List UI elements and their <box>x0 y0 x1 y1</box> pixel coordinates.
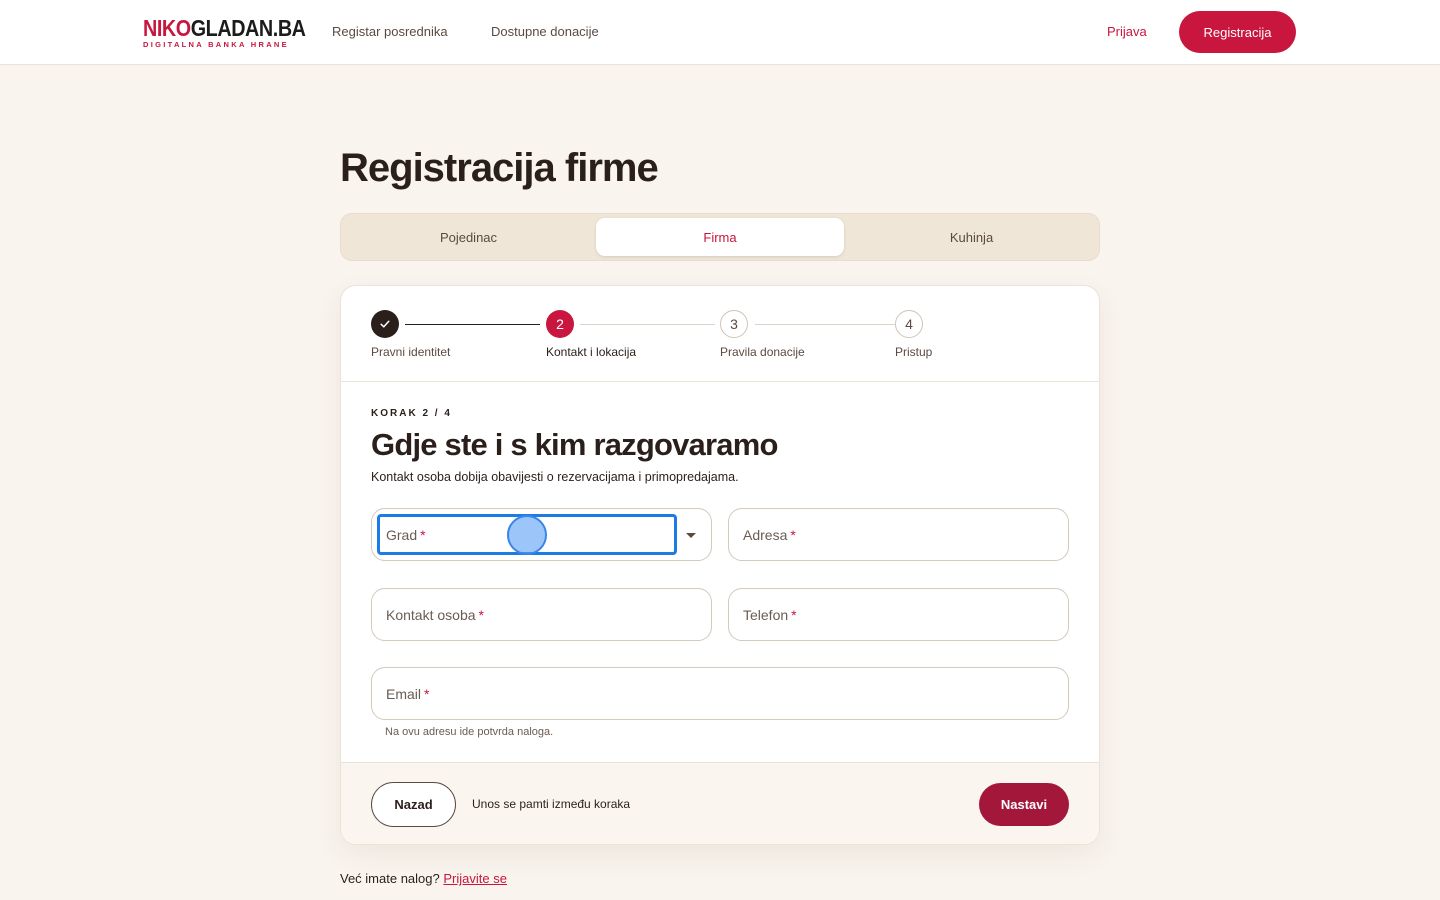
logo-wordmark: NIKOGLADAN.BA <box>143 16 306 40</box>
step-connector-2 <box>580 324 715 325</box>
logo-tagline: DIGITALNA BANKA HRANE <box>143 40 289 49</box>
top-navigation-bar: NIKOGLADAN.BA DIGITALNA BANKA HRANE Regi… <box>0 0 1440 65</box>
check-icon <box>380 320 390 328</box>
step-connector-3 <box>755 324 895 325</box>
section-title: Gdje ste i s kim razgovaramo <box>371 427 778 462</box>
step-3-label: Pravila donacije <box>720 345 805 359</box>
email-label: Email * <box>386 685 429 703</box>
required-mark: * <box>420 527 426 543</box>
step-1-label: Pravni identitet <box>371 345 451 359</box>
progress-stepper: 2 3 4 Pravni identitet Kontakt i lokacij… <box>341 286 1099 382</box>
tab-firma[interactable]: Firma <box>596 218 844 256</box>
contact-person-label-text: Kontakt osoba <box>386 607 476 623</box>
page-title: Registracija firme <box>340 146 659 190</box>
registration-form-card: 2 3 4 Pravni identitet Kontakt i lokacij… <box>340 285 1100 845</box>
required-mark: * <box>424 686 430 702</box>
nav-link-registar-posrednika[interactable]: Registar posrednika <box>332 24 448 40</box>
login-prompt-link[interactable]: Prijavite se <box>443 871 507 886</box>
address-label: Adresa * <box>743 526 796 544</box>
logo-text-red: NIKO <box>143 15 191 41</box>
step-connector-1 <box>405 324 540 325</box>
login-prompt: Već imate nalog? Prijavite se <box>340 870 507 887</box>
back-button[interactable]: Nazad <box>371 782 456 827</box>
logo-text-dark: GLADAN.BA <box>190 15 306 41</box>
email-hint: Na ovu adresu ide potvrda naloga. <box>385 726 554 738</box>
city-label: Grad * <box>386 526 426 544</box>
step-2-label: Kontakt i lokacija <box>546 345 637 359</box>
required-mark: * <box>791 607 797 623</box>
form-footer: Nazad Unos se pamti između koraka Nastav… <box>341 762 1099 844</box>
phone-label: Telefon * <box>743 606 797 624</box>
phone-label-text: Telefon <box>743 607 789 623</box>
brand-logo[interactable]: NIKOGLADAN.BA DIGITALNA BANKA HRANE <box>143 16 332 49</box>
phone-field[interactable]: Telefon * <box>728 588 1069 641</box>
section-description: Kontakt osoba dobija obavijesti o rezerv… <box>371 470 739 484</box>
tab-kuhinja[interactable]: Kuhinja <box>848 218 1095 256</box>
email-label-text: Email <box>386 686 422 702</box>
city-select[interactable]: Grad * <box>371 508 712 561</box>
address-field[interactable]: Adresa * <box>728 508 1069 561</box>
required-mark: * <box>790 527 796 543</box>
login-link[interactable]: Prijava <box>1107 24 1147 40</box>
registration-type-tabs: Pojedinac Firma Kuhinja <box>340 213 1100 261</box>
step-2-indicator: 2 <box>546 310 574 338</box>
address-label-text: Adresa <box>743 527 788 543</box>
next-button[interactable]: Nastavi <box>979 783 1069 826</box>
email-field[interactable]: Email * <box>371 667 1069 720</box>
register-button[interactable]: Registracija <box>1179 11 1296 53</box>
contact-person-label: Kontakt osoba * <box>386 606 484 624</box>
login-prompt-text: Već imate nalog? <box>340 871 440 886</box>
step-3-indicator: 3 <box>720 310 748 338</box>
nav-link-dostupne-donacije[interactable]: Dostupne donacije <box>491 24 599 40</box>
step-4-indicator: 4 <box>895 310 923 338</box>
step-1-indicator <box>371 310 399 338</box>
required-mark: * <box>478 607 484 623</box>
chevron-down-icon[interactable] <box>686 533 696 538</box>
contact-person-field[interactable]: Kontakt osoba * <box>371 588 712 641</box>
step-counter: KORAK 2 / 4 <box>371 408 452 419</box>
autosave-note: Unos se pamti između koraka <box>472 797 631 811</box>
city-label-text: Grad <box>386 527 418 543</box>
step-4-label: Pristup <box>895 345 933 359</box>
tab-pojedinac[interactable]: Pojedinac <box>345 218 592 256</box>
